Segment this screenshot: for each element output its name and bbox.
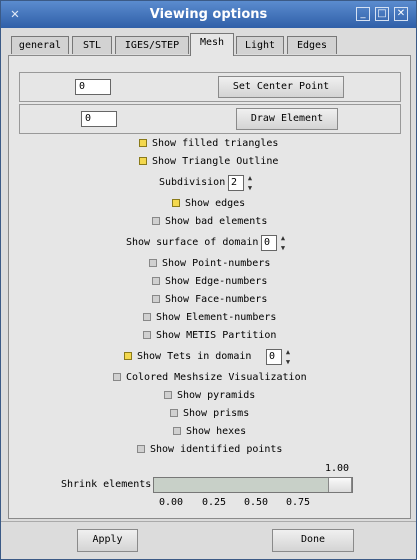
tab-light[interactable]: Light [236,36,284,54]
show-metis-partition-checkbox[interactable]: Show METIS Partition [143,328,276,344]
checkbox-indicator [139,157,147,165]
show-edges-label: Show edges [185,198,246,209]
draw-element-input[interactable]: 0 [81,111,117,127]
maximize-button[interactable]: □ [375,7,389,21]
show-face-numbers-label: Show Face-numbers [165,294,268,305]
footer-divider [1,521,416,522]
show-prisms-label: Show prisms [183,408,250,419]
done-button[interactable]: Done [272,529,354,552]
mesh-panel: 0 Set Center Point 0 Draw Element Show f… [8,55,411,519]
show-bad-elements-label: Show bad elements [165,216,268,227]
show-tets-in-domain-label: Show Tets in domain [137,351,252,362]
checkbox-indicator [164,391,172,399]
subdivision-label: Subdivision [159,177,226,188]
show-hexes-checkbox[interactable]: Show hexes [173,424,246,440]
apply-button[interactable]: Apply [77,529,138,552]
colored-meshsize-label: Colored Meshsize Visualization [126,372,307,383]
set-center-point-button[interactable]: Set Center Point [218,76,344,98]
viewing-options-window: ✕ Viewing options _ □ ✕ general STL IGES… [0,0,417,560]
show-identified-points-checkbox[interactable]: Show identified points [137,442,282,458]
checkbox-indicator [152,217,160,225]
show-tets-in-domain-checkbox[interactable]: Show Tets in domain [124,349,251,365]
show-filled-triangles-checkbox[interactable]: Show filled triangles [139,136,278,152]
show-hexes-label: Show hexes [186,426,247,437]
shrink-slider[interactable] [153,477,353,493]
tab-general[interactable]: general [11,36,69,54]
tab-stl[interactable]: STL [72,36,112,54]
checkbox-indicator [143,313,151,321]
checkbox-indicator [172,199,180,207]
center-point-group: 0 Set Center Point [19,72,401,102]
spin-down-icon[interactable]: ▼ [245,184,255,193]
checkbox-indicator [173,427,181,435]
close-button[interactable]: ✕ [394,7,408,21]
checkbox-indicator [113,373,121,381]
spin-up-icon[interactable]: ▲ [245,174,255,183]
show-point-numbers-label: Show Point-numbers [162,258,271,269]
show-element-numbers-checkbox[interactable]: Show Element-numbers [143,310,276,326]
tab-iges-step-label: IGES/STEP [124,40,180,51]
draw-element-group: 0 Draw Element [19,104,401,134]
show-filled-triangles-label: Show filled triangles [152,138,279,149]
show-bad-elements-checkbox[interactable]: Show bad elements [152,214,267,230]
checkbox-indicator [152,277,160,285]
show-prisms-checkbox[interactable]: Show prisms [170,406,249,422]
shrink-tick-label: 0.50 [244,497,269,508]
show-face-numbers-checkbox[interactable]: Show Face-numbers [152,292,267,308]
shrink-tick-label: 0.25 [202,497,227,508]
tab-mesh-label: Mesh [199,37,225,48]
shrink-slider-handle[interactable] [328,478,352,492]
show-triangle-outline-checkbox[interactable]: Show Triangle Outline [139,154,278,170]
draw-element-button[interactable]: Draw Element [236,108,338,130]
spin-down-icon[interactable]: ▼ [278,244,288,253]
checkbox-indicator [137,445,145,453]
show-edges-checkbox[interactable]: Show edges [172,196,245,212]
tab-mesh[interactable]: Mesh [190,33,234,56]
surface-domain-spinbox[interactable]: 0 ▲ ▼ [261,232,289,254]
title-bar[interactable]: ✕ Viewing options _ □ ✕ [1,1,416,28]
show-edge-numbers-checkbox[interactable]: Show Edge-numbers [152,274,267,290]
checkbox-indicator [124,352,132,360]
show-pyramids-label: Show pyramids [177,390,256,401]
spin-up-icon[interactable]: ▲ [283,348,293,357]
show-pyramids-checkbox[interactable]: Show pyramids [164,388,255,404]
checkbox-indicator [139,139,147,147]
spin-down-icon[interactable]: ▼ [283,358,293,367]
minimize-button[interactable]: _ [356,7,370,21]
show-surface-of-domain-label: Show surface of domain [126,237,259,248]
show-identified-points-label: Show identified points [150,444,283,455]
tab-edges-label: Edges [296,40,328,51]
shrink-value-readout: 1.00 [325,463,350,474]
shrink-tick-label: 0.00 [159,497,184,508]
spin-up-icon[interactable]: ▲ [278,234,288,243]
tab-stl-label: STL [82,40,102,51]
shrink-elements-label: Shrink elements [61,479,152,490]
subdivision-spinbox[interactable]: 2 ▲ ▼ [228,172,256,194]
tab-iges-step[interactable]: IGES/STEP [115,36,189,54]
tab-general-label: general [18,40,62,51]
subdivision-value[interactable]: 2 [228,175,244,191]
show-element-numbers-label: Show Element-numbers [156,312,277,323]
surface-domain-value[interactable]: 0 [261,235,277,251]
show-edge-numbers-label: Show Edge-numbers [165,276,268,287]
shrink-tick-label: 0.75 [286,497,311,508]
show-triangle-outline-label: Show Triangle Outline [152,156,279,167]
window-title: Viewing options [149,7,268,22]
checkbox-indicator [149,259,157,267]
checkbox-indicator [143,331,151,339]
checkbox-indicator [170,409,178,417]
tab-edges[interactable]: Edges [287,36,337,54]
show-metis-partition-label: Show METIS Partition [156,330,277,341]
tets-domain-value[interactable]: 0 [266,349,282,365]
checkbox-indicator [152,295,160,303]
tets-domain-spinbox[interactable]: 0 ▲ ▼ [266,346,294,368]
center-point-input[interactable]: 0 [75,79,111,95]
colored-meshsize-checkbox[interactable]: Colored Meshsize Visualization [113,370,307,386]
tab-light-label: Light [244,40,276,51]
show-point-numbers-checkbox[interactable]: Show Point-numbers [149,256,270,272]
